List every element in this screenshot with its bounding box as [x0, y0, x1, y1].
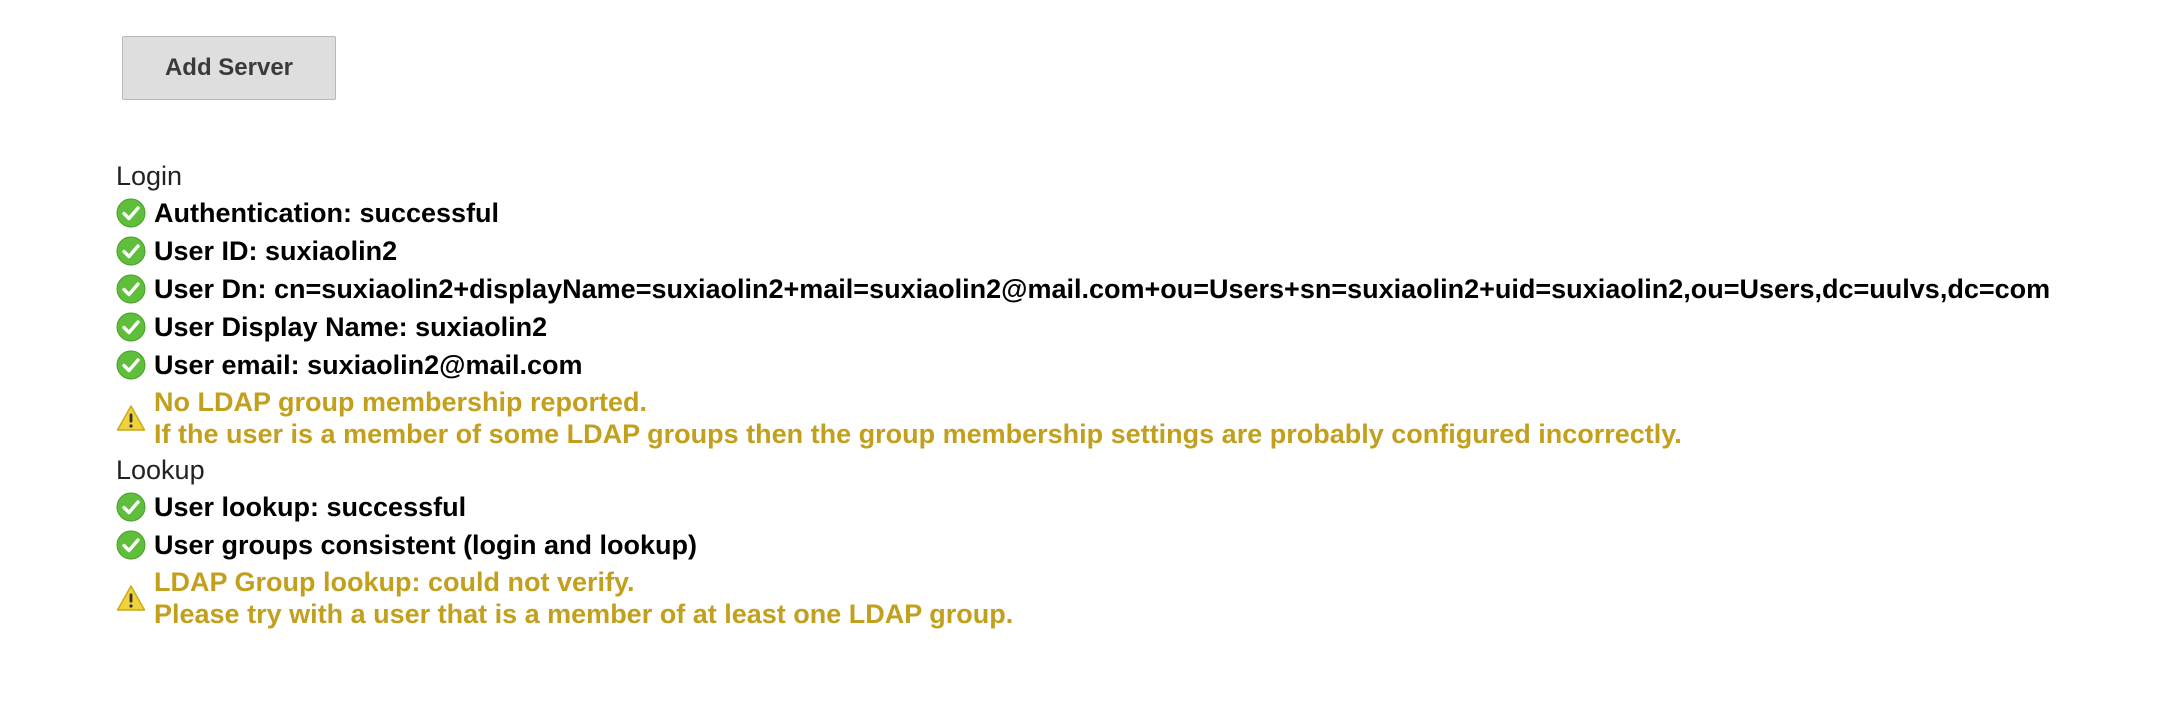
- warning-text: No LDAP group membership reported. If th…: [154, 386, 1682, 450]
- warning-line: If the user is a member of some LDAP gro…: [154, 419, 1682, 449]
- lookup-result-row: User groups consistent (login and lookup…: [116, 526, 2156, 564]
- lookup-result-row: User lookup: successful: [116, 488, 2156, 526]
- ldap-test-page: Add Server Login Authentication: success…: [0, 0, 2180, 718]
- result-text: User ID: suxiaolin2: [154, 235, 398, 266]
- result-text: Authentication: successful: [154, 197, 500, 228]
- login-result-row: User Dn: cn=suxiaolin2+displayName=suxia…: [116, 270, 2156, 308]
- check-circle-icon: [116, 350, 146, 380]
- login-result-row: User email: suxiaolin2@mail.com: [116, 346, 2156, 384]
- ldap-test-results: Login Authentication: successful User ID…: [116, 158, 2156, 632]
- warning-line: No LDAP group membership reported.: [154, 387, 648, 417]
- lookup-warning-row: LDAP Group lookup: could not verify. Ple…: [116, 564, 2156, 632]
- result-text: User Display Name: suxiaolin2: [154, 311, 548, 342]
- login-result-row: User Display Name: suxiaolin2: [116, 308, 2156, 346]
- warning-line: LDAP Group lookup: could not verify.: [154, 567, 635, 597]
- login-result-row: User ID: suxiaolin2: [116, 232, 2156, 270]
- login-section-title: Login: [116, 161, 183, 191]
- check-circle-icon: [116, 530, 146, 560]
- check-circle-icon: [116, 492, 146, 522]
- check-circle-icon: [116, 274, 146, 304]
- warning-line: Please try with a user that is a member …: [154, 599, 1014, 629]
- result-text: User lookup: successful: [154, 491, 467, 522]
- warning-triangle-icon: [116, 403, 146, 433]
- result-text: User groups consistent (login and lookup…: [154, 529, 698, 560]
- check-circle-icon: [116, 312, 146, 342]
- check-circle-icon: [116, 236, 146, 266]
- login-warning-row: No LDAP group membership reported. If th…: [116, 384, 2156, 452]
- add-server-button[interactable]: Add Server: [122, 36, 336, 100]
- lookup-section-title: Lookup: [116, 455, 205, 485]
- login-result-row: Authentication: successful: [116, 194, 2156, 232]
- check-circle-icon: [116, 198, 146, 228]
- warning-text: LDAP Group lookup: could not verify. Ple…: [154, 566, 1013, 630]
- result-text: User email: suxiaolin2@mail.com: [154, 349, 583, 380]
- warning-triangle-icon: [116, 583, 146, 613]
- result-text: User Dn: cn=suxiaolin2+displayName=suxia…: [154, 273, 2051, 304]
